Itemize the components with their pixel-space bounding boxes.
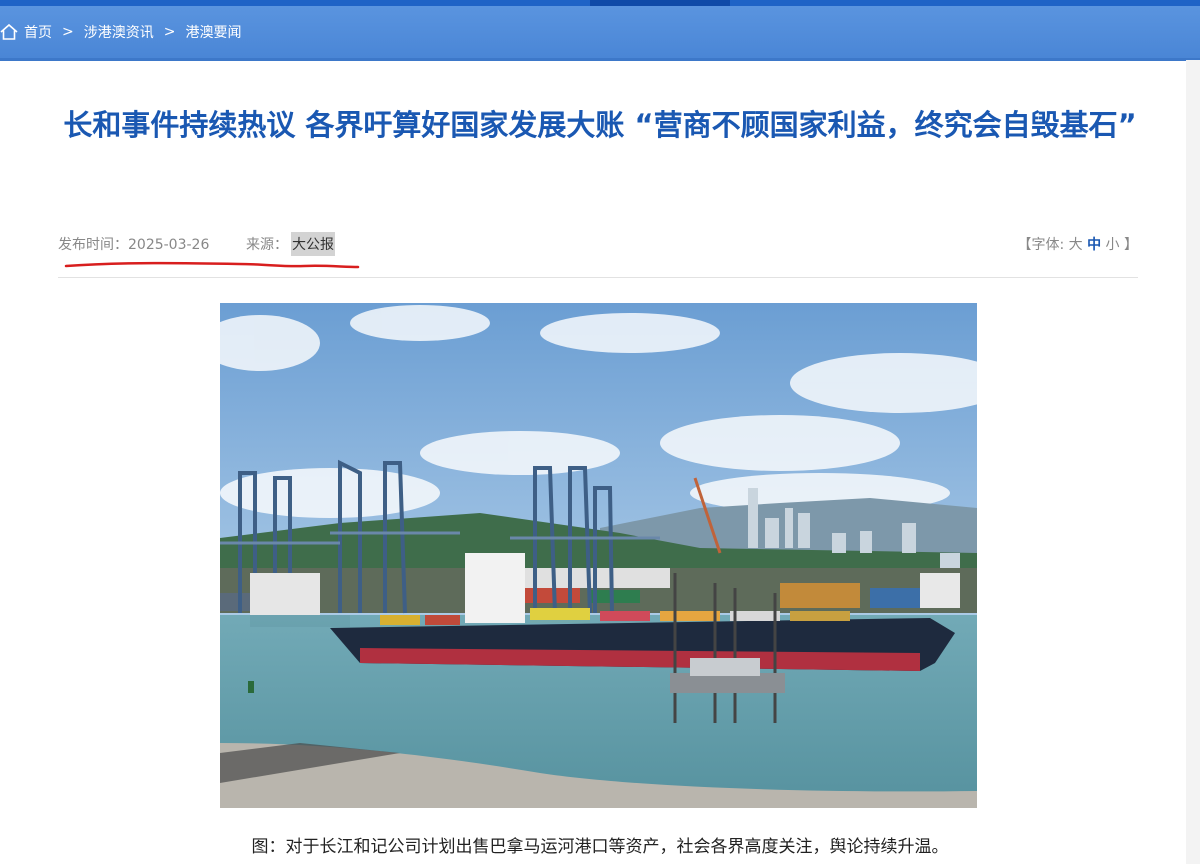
font-size-medium[interactable]: 中 — [1087, 237, 1101, 253]
article-title: 长和事件持续热议 各界吁算好国家发展大账 “营商不顾国家利益，终究会自毁基石” — [63, 108, 1137, 142]
breadcrumb-separator: > — [62, 24, 74, 40]
font-size-large[interactable]: 大 — [1069, 237, 1083, 253]
meta-divider — [58, 277, 1138, 278]
home-icon[interactable] — [0, 23, 18, 41]
font-size-control: 【字体: 大 中 小 】 — [1017, 234, 1138, 254]
source-value: 大公报 — [291, 232, 335, 256]
breadcrumb-separator: > — [163, 24, 176, 40]
scrollbar[interactable] — [1186, 60, 1200, 864]
publish-date: 发布时间：2025-03-26 — [58, 237, 210, 253]
source-label: 来源： — [246, 237, 288, 253]
red-annotation-underline — [64, 261, 360, 269]
photo-caption: 图：对于长江和记公司计划出售巴拿马运河港口等资产，社会各界高度关注，舆论持续升温… — [251, 837, 949, 857]
breadcrumb: 首页 > 涉港澳资讯 > 港澳要闻 — [0, 6, 1200, 61]
port-photo — [220, 303, 977, 808]
breadcrumb-category[interactable]: 涉港澳资讯 — [84, 22, 154, 42]
article-meta: 发布时间：2025-03-26 来源： 大公报 【字体: 大 中 小 】 — [58, 232, 1138, 256]
breadcrumb-current[interactable]: 港澳要闻 — [185, 22, 241, 42]
breadcrumb-home[interactable]: 首页 — [24, 22, 52, 42]
font-size-prefix: 【字体: — [1017, 237, 1065, 253]
font-size-small[interactable]: 小 — [1106, 237, 1120, 253]
font-size-suffix: 】 — [1124, 237, 1138, 253]
